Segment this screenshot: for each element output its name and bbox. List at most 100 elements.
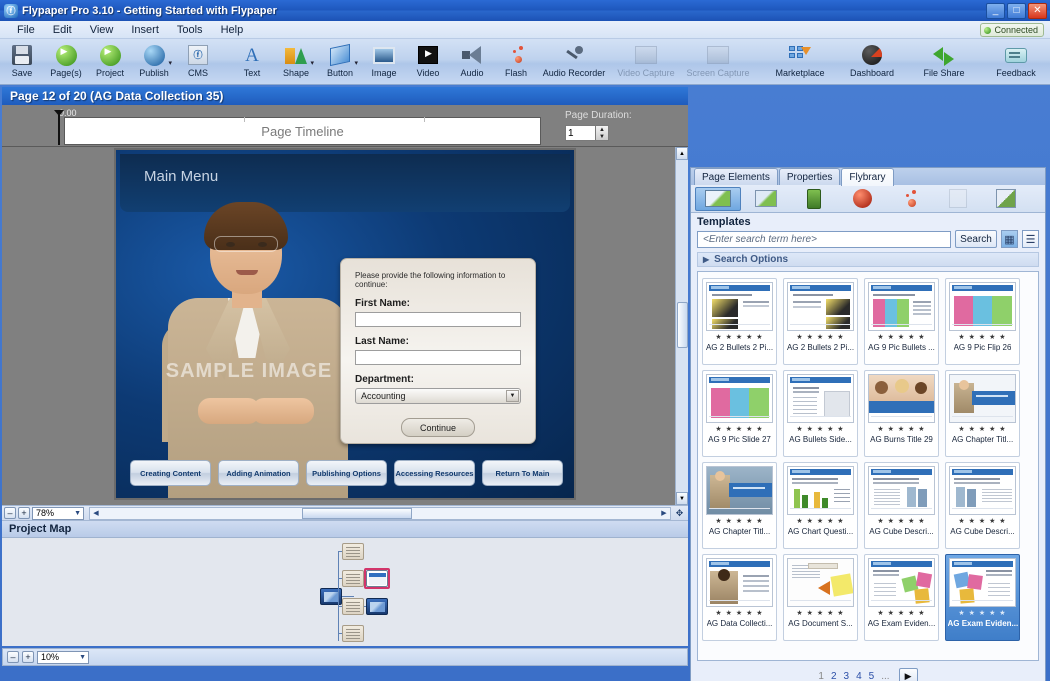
map-zoom-out-button[interactable]: – (7, 651, 19, 663)
toolbar-dashboard[interactable]: Dashboard (836, 41, 908, 78)
toolbar-pages[interactable]: Page(s) (44, 41, 88, 78)
scroll-down-arrow-icon[interactable]: ▼ (676, 492, 688, 505)
nav-button-accessing-resources[interactable]: Accessing Resources (394, 460, 475, 486)
nav-button-creating-content[interactable]: Creating Content (130, 460, 211, 486)
template-card[interactable]: ★ ★ ★ ★ ★ AG Document S... (783, 554, 858, 641)
project-map-page-node[interactable] (342, 625, 364, 642)
department-dropdown[interactable]: Accounting ▼ (355, 388, 521, 404)
menu-item-view[interactable]: View (81, 23, 123, 37)
images-icon[interactable] (791, 187, 837, 211)
toolbar-feedback[interactable]: Feedback (980, 41, 1050, 78)
toolbar-button[interactable]: ▾ Button (318, 41, 362, 78)
last-name-field[interactable] (355, 350, 521, 365)
toolbar-video-capture[interactable]: Video Capture (610, 41, 682, 78)
documents-icon[interactable] (935, 187, 981, 211)
chevron-down-icon[interactable]: ▾ (354, 59, 358, 67)
toolbar-shape[interactable]: ▾ Shape (274, 41, 318, 78)
chevron-down-icon[interactable]: ▾ (310, 59, 314, 67)
next-page-arrow-icon[interactable]: ▶ (898, 668, 918, 681)
template-card[interactable]: ★ ★ ★ ★ ★ AG Chapter Titl... (702, 462, 777, 549)
project-map-page-node[interactable] (342, 543, 364, 560)
toolbar-audio-recorder[interactable]: Audio Recorder (538, 41, 610, 78)
chevron-down-icon[interactable]: ▼ (74, 510, 81, 517)
template-card[interactable]: ★ ★ ★ ★ ★ AG Data Collecti... (702, 554, 777, 641)
tab-properties[interactable]: Properties (778, 168, 841, 185)
project-map-page-node[interactable] (366, 598, 388, 615)
search-button[interactable]: Search (955, 230, 997, 248)
tab-flybrary[interactable]: Flybrary (841, 168, 894, 186)
canvas-vertical-scrollbar[interactable]: ▲ ▼ (675, 147, 688, 505)
scroll-up-arrow-icon[interactable]: ▲ (676, 147, 688, 160)
close-button[interactable]: ✕ (1028, 2, 1047, 19)
list-view-icon[interactable]: ☰ (1022, 230, 1039, 248)
toolbar-publish[interactable]: ▾ Publish (132, 41, 176, 78)
chevron-down-icon[interactable]: ▼ (79, 654, 86, 661)
canvas-zoom-in-button[interactable]: + (18, 507, 30, 519)
search-input[interactable]: <Enter search term here> (697, 230, 951, 248)
nav-button-adding-animation[interactable]: Adding Animation (218, 460, 299, 486)
toolbar-text[interactable]: A Text (230, 41, 274, 79)
page-duration-spinner[interactable]: ▲ ▼ (596, 125, 609, 141)
toolbar-image[interactable]: Image (362, 41, 406, 78)
toolbar-marketplace[interactable]: Marketplace (764, 41, 836, 78)
grid-view-icon[interactable]: ▦ (1001, 230, 1018, 248)
hscroll-thumb[interactable] (302, 507, 412, 519)
page-link-2[interactable]: 2 (831, 671, 837, 681)
canvas-horizontal-scrollbar[interactable]: ◀ ▶ (89, 506, 671, 520)
toolbar-file-share[interactable]: File Share (908, 41, 980, 78)
expand-arrow-icon[interactable]: ▶ (703, 255, 709, 264)
page-duration-input[interactable] (565, 125, 596, 141)
menu-item-tools[interactable]: Tools (168, 23, 212, 37)
template-card[interactable]: ★ ★ ★ ★ ★ AG Burns Title 29 (864, 370, 939, 457)
timeline-track[interactable]: Page Timeline (64, 117, 541, 145)
page-duration-control[interactable]: ▲ ▼ (565, 125, 609, 141)
project-map-canvas[interactable] (2, 538, 688, 646)
map-zoom-in-button[interactable]: + (22, 651, 34, 663)
spinner-up-icon[interactable]: ▲ (596, 126, 608, 133)
nav-button-publishing-options[interactable]: Publishing Options (306, 460, 387, 486)
canvas-zoom-out-button[interactable]: – (4, 507, 16, 519)
menu-item-file[interactable]: File (8, 23, 44, 37)
template-card[interactable]: ★ ★ ★ ★ ★ AG 9 Pic Bullets ... (864, 278, 939, 365)
first-name-field[interactable] (355, 312, 521, 327)
chevron-down-icon[interactable]: ▼ (506, 390, 519, 402)
template-card[interactable]: ★ ★ ★ ★ ★ AG Cube Descri... (864, 462, 939, 549)
audio-icon[interactable] (839, 187, 885, 211)
nav-button-return-to-main[interactable]: Return To Main (482, 460, 563, 486)
map-zoom-select[interactable]: 10% ▼ (37, 650, 89, 664)
minimize-button[interactable]: _ (986, 2, 1005, 19)
chevron-down-icon[interactable]: ▾ (168, 59, 172, 67)
toolbar-cms[interactable]: ⓕ CMS (176, 41, 220, 78)
template-grid[interactable]: ★ ★ ★ ★ ★ AG 2 Bullets 2 Pi... ★ ★ ★ ★ ★… (697, 271, 1039, 661)
page-link-3[interactable]: 3 (844, 671, 850, 681)
my-assets-icon[interactable] (983, 187, 1029, 211)
menu-item-insert[interactable]: Insert (122, 23, 168, 37)
toolbar-project[interactable]: Project (88, 41, 132, 78)
continue-button[interactable]: Continue (401, 418, 475, 437)
canvas-zoom-select[interactable]: 78% ▼ (32, 506, 84, 520)
hscroll-track[interactable] (102, 507, 658, 519)
toolbar-save[interactable]: Save (0, 41, 44, 78)
template-card[interactable]: ★ ★ ★ ★ ★ AG Bullets Side... (783, 370, 858, 457)
template-card[interactable]: ★ ★ ★ ★ ★ AG 9 Pic Slide 27 (702, 370, 777, 457)
toolbar-screen-capture[interactable]: Screen Capture (682, 41, 754, 78)
slide-stage[interactable]: Main Menu SAMPLE IMAGE Please provide th… (114, 148, 576, 500)
slide-preview[interactable]: Main Menu SAMPLE IMAGE Please provide th… (116, 150, 574, 498)
template-card[interactable]: ★ ★ ★ ★ ★ AG 2 Bullets 2 Pi... (702, 278, 777, 365)
template-card[interactable]: ★ ★ ★ ★ ★ AG Chapter Titl... (945, 370, 1020, 457)
maximize-button[interactable]: □ (1007, 2, 1026, 19)
toolbar-video[interactable]: Video (406, 41, 450, 78)
sample-person-image[interactable] (154, 202, 360, 498)
template-card[interactable]: ★ ★ ★ ★ ★ AG 2 Bullets 2 Pi... (783, 278, 858, 365)
templates-icon[interactable] (695, 186, 741, 211)
toolbar-flash[interactable]: Flash (494, 41, 538, 78)
project-map-page-node[interactable] (342, 598, 364, 615)
template-card[interactable]: ★ ★ ★ ★ ★ AG Chart Questi... (783, 462, 858, 549)
flash-icon[interactable] (887, 187, 933, 211)
search-options-toggle[interactable]: ▶ Search Options (697, 252, 1039, 267)
canvas-scroll-thumb[interactable] (677, 302, 688, 348)
template-card[interactable]: ★ ★ ★ ★ ★ AG 9 Pic Flip 26 (945, 278, 1020, 365)
page-link-5[interactable]: 5 (869, 671, 875, 681)
template-card-selected[interactable]: ★ ★ ★ ★ ★ AG Exam Eviden... (945, 554, 1020, 641)
pan-tool-icon[interactable]: ✥ (673, 507, 686, 520)
